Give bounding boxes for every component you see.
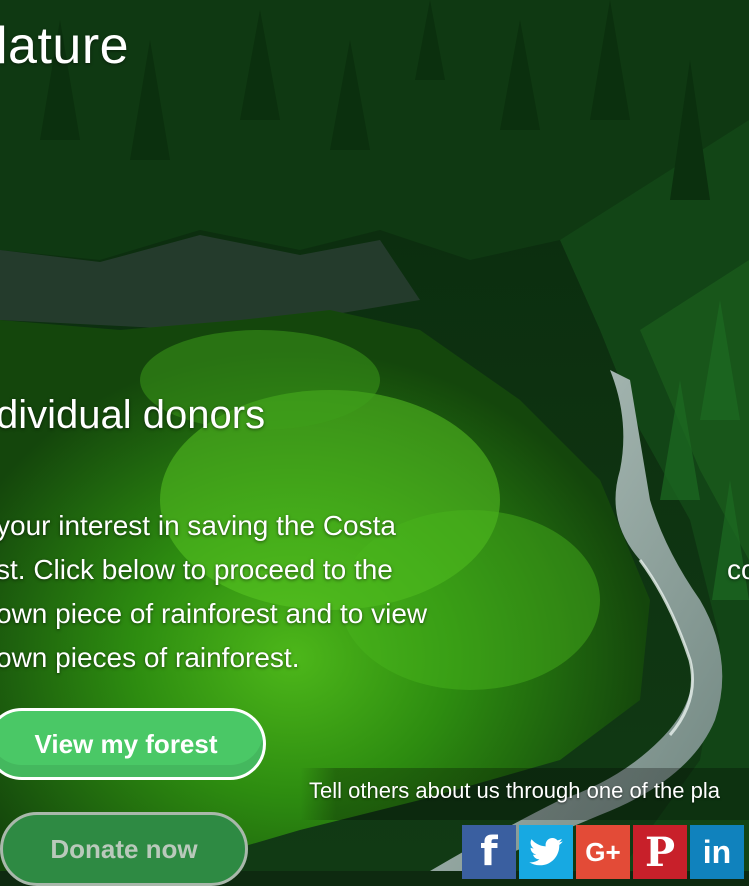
paragraph-line: own piece of rainforest and to view — [0, 598, 428, 629]
donate-now-button[interactable]: Donate now — [0, 812, 248, 886]
paragraph-line: st. Click below to proceed to the — [0, 554, 393, 585]
view-my-forest-button[interactable]: View my forest — [0, 708, 266, 780]
paragraph-line: your interest in saving the Costa — [0, 510, 396, 541]
share-prompt: Tell others about us through one of the … — [309, 778, 720, 803]
clipped-text-fragment: co — [727, 554, 749, 585]
section-subtitle: dividual donors — [0, 393, 266, 437]
intro-paragraph: your interest in saving the Costa st. Cl… — [0, 504, 516, 680]
twitter-bird-icon — [529, 838, 563, 866]
paragraph-line: own pieces of rainforest. — [0, 642, 300, 673]
page-title: lature — [0, 17, 130, 75]
